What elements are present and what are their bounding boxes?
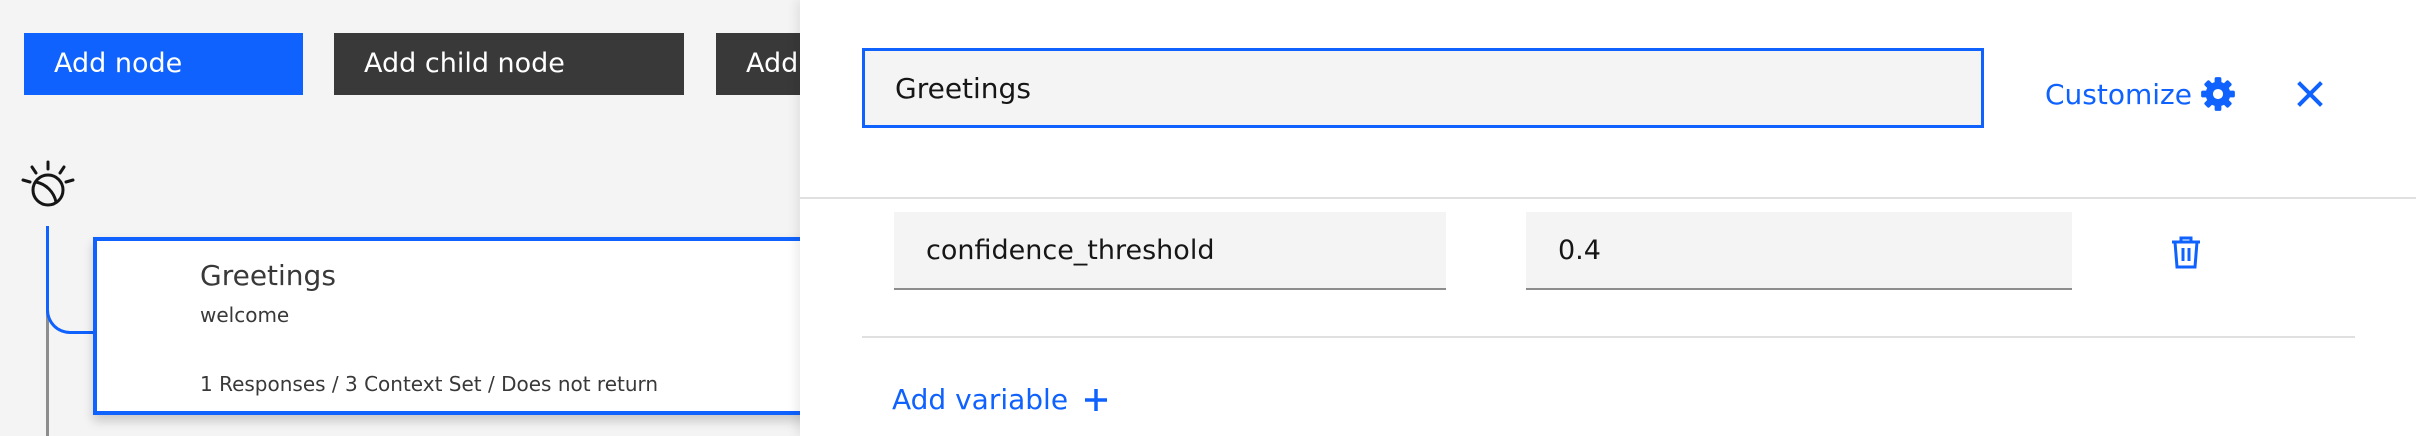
context-variable-row <box>862 212 2355 338</box>
variable-name-input[interactable] <box>894 212 1446 290</box>
node-card-greetings[interactable]: Greetings welcome 1 Responses / 3 Contex… <box>93 237 800 415</box>
customize-label: Customize <box>2045 77 2192 111</box>
node-name-input[interactable] <box>862 48 1984 128</box>
variable-value-input[interactable] <box>1526 212 2072 290</box>
tree-branch <box>46 286 94 334</box>
panel-header: Customize <box>800 0 2416 199</box>
add-node-button[interactable]: Add node <box>24 33 303 95</box>
add-variable-button[interactable]: Add variable <box>892 383 1108 416</box>
close-icon[interactable] <box>2294 78 2326 110</box>
add-child-node-button[interactable]: Add child node <box>334 33 684 95</box>
trash-icon[interactable] <box>2170 235 2202 269</box>
plus-icon <box>1085 388 1108 411</box>
dialog-canvas: Add node Add child node Add folder Greet… <box>0 0 800 436</box>
node-editor-panel: Customize <box>800 0 2416 436</box>
node-title: Greetings <box>200 259 336 292</box>
customize-button[interactable]: Customize <box>2045 76 2236 112</box>
add-variable-label: Add variable <box>892 383 1069 416</box>
node-condition: welcome <box>200 303 290 327</box>
gear-icon <box>2201 77 2235 111</box>
add-folder-button[interactable]: Add folder <box>716 33 800 95</box>
watson-icon <box>21 160 75 207</box>
node-summary: 1 Responses / 3 Context Set / Does not r… <box>200 372 659 396</box>
